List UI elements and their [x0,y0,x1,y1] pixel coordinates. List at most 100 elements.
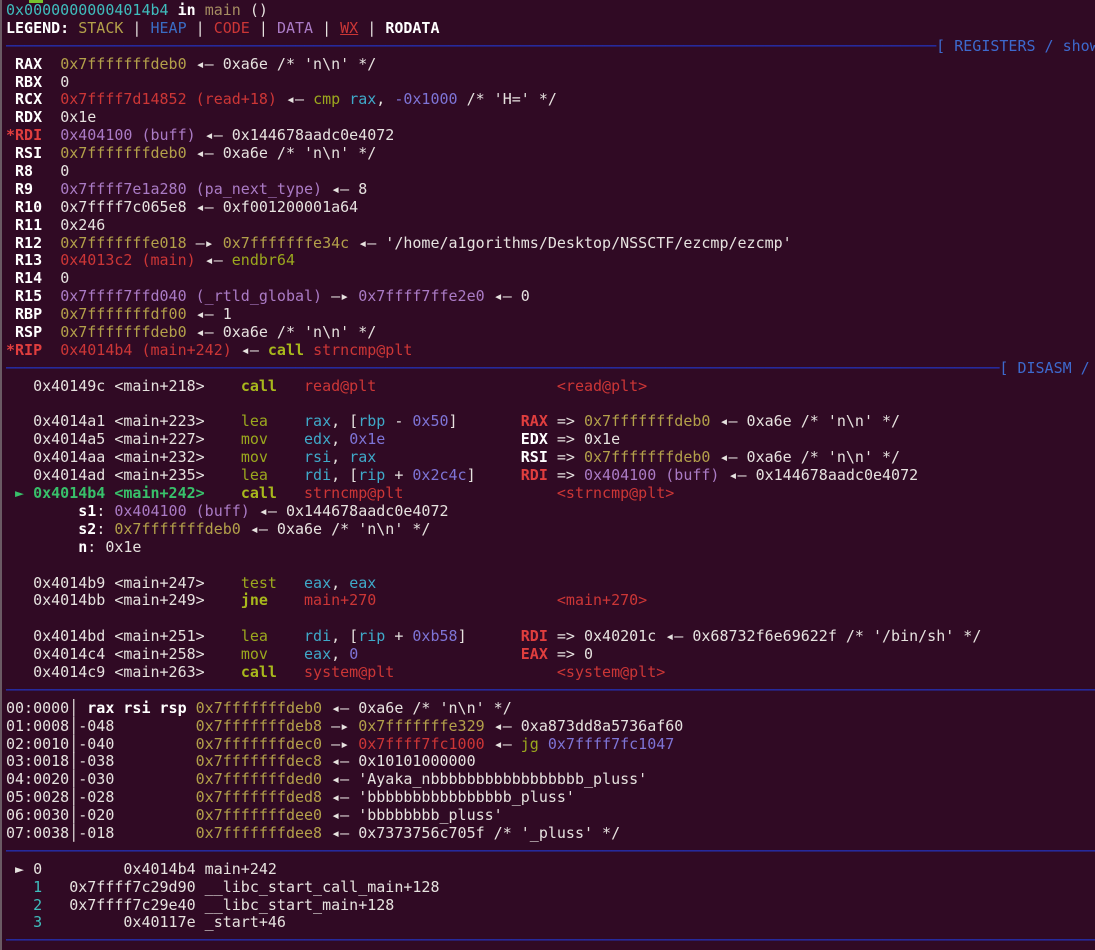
text-segment: ────────────────────────────────────────… [6,931,1095,949]
text-segment: RSI [521,448,548,466]
text-segment: 0x404100 (buff) [114,502,249,520]
text-segment: ◂— 0xa6e /* 'n\n' */ [322,699,512,717]
text-segment: —▸ [187,234,223,252]
text-segment [42,860,123,878]
text-segment: ◂— 0xa6e /* 'n\n' */ [241,520,431,538]
text-segment: , [331,430,349,448]
text-segment: 0x4014a1 <main+223> [6,412,241,430]
stack-row: 04:0020│-030 0x7fffffffded0 ◂— 'Ayaka_nb… [2,771,1095,789]
text-segment: 02:0010│-040 [6,735,114,753]
backtrace-panel: ────────────────────────────────────────… [2,843,1095,932]
text-segment: RSP [6,323,60,341]
text-segment: 0x7ffff7c29e40 __libc_start_main+128 [69,896,394,914]
text-segment: 0x404100 (buff) [584,466,719,484]
text-segment [403,484,557,502]
text-segment: cmp [313,90,340,108]
text-segment: 0x7fffffffdeb0 [114,520,240,538]
text-segment: STACK [78,19,123,37]
text-segment: + [385,466,412,484]
text-segment: 0x40149c <main+218> [6,377,241,395]
text-segment: 0x7fffffffdec0 [196,735,322,753]
text-segment: ◂— 0x10101000000 [322,752,476,770]
call-arg-row: s2: 0x7fffffffdeb0 ◂— 0xa6e /* 'n\n' */ [2,521,1095,539]
blank-line [2,396,1095,414]
registers-panel: ────────────────────────────────────────… [2,38,1095,360]
register-row-r12: R12 0x7fffffffe018 —▸ 0x7fffffffe34c ◂— … [2,235,1095,253]
text-segment [476,466,521,484]
text-segment: rdi [304,466,331,484]
text-segment: HEAP [151,19,187,37]
text-segment: call [241,377,304,395]
registers-panel-header: ────────────────────────────────────────… [2,38,1095,56]
text-segment: <read@plt> [557,377,647,395]
text-segment: 0 [349,645,358,663]
previous-line-fragment [29,0,43,3]
stack-panel-rule: ────────────────────────────────────────… [2,682,1095,700]
text-segment: 0x7fffffffdeb0 [196,699,322,717]
text-segment: ◂— 8 [322,180,367,198]
text-segment [42,896,69,914]
text-segment: RODATA [385,19,439,37]
text-segment: R11 [6,216,60,234]
text-segment: 0x7fffffffe018 [60,234,186,252]
register-row-r11: R11 0x246 [2,217,1095,235]
text-segment: ◂— 'bbbbbbbb_pluss' [322,806,503,824]
text-segment [467,627,521,645]
disasm-row: 0x4014b9 <main+247> test eax, eax [2,575,1095,593]
text-segment: ◂— 0x144678aadc0e4072 [250,502,449,520]
stack-panel: ────────────────────────────────────────… [2,682,1095,843]
disasm-row: 0x40149c <main+218> call read@plt <read@… [2,378,1095,396]
text-segment: 0x4014c4 <main+258> [6,645,241,663]
text-segment: ► 0 [6,860,42,878]
register-row-rbp: RBP 0x7fffffffdf00 ◂— 1 [2,306,1095,324]
text-segment: 05:0028│-028 [6,788,114,806]
text-segment [6,520,78,538]
text-segment: : [96,520,114,538]
text-segment: 0x7fffffffdee0 [196,806,322,824]
text-segment: 0x4013c2 (main) [60,251,195,269]
text-segment: ◂— 1 [187,305,232,323]
text-segment: ◂— [277,90,313,108]
text-segment: | [187,19,214,37]
disasm-row: 0x4014aa <main+232> mov rsi, rax RSI => … [2,449,1095,467]
backtrace-row: 3 0x40117e _start+46 [2,914,1095,932]
disasm-current-row: ► 0x4014b4 <main+242> call strncmp@plt <… [2,485,1095,503]
text-segment: s2 [78,520,96,538]
legend-line: LEGEND: STACK | HEAP | CODE | DATA | WX … [2,20,1095,38]
text-segment: in [178,1,196,19]
register-row-r8: R8 0 [2,163,1095,181]
text-segment: ◂— '/home/a1gorithms/Desktop/NSSCTF/ezcm… [349,234,792,252]
text-segment: edx [304,430,331,448]
text-segment: 0x7ffff7fc1000 [358,735,484,753]
text-segment: 0x7fffffffdeb0 [60,144,186,162]
text-segment: 0 [60,162,69,180]
text-segment: R8 [6,162,60,180]
text-segment [358,645,521,663]
text-segment: mov [241,430,304,448]
stack-row: 01:0008│-048 0x7fffffffdeb8 —▸ 0x7ffffff… [2,718,1095,736]
disasm-panel-header: ────────────────────────────────────────… [2,360,1095,378]
text-segment: () [241,1,268,19]
text-segment: RDI [521,466,548,484]
call-arg-row: s1: 0x404100 (buff) ◂— 0x144678aadc0e407… [2,503,1095,521]
text-segment [6,502,78,520]
backtrace-panel-rule: ────────────────────────────────────────… [2,843,1095,861]
text-segment: 0x4014b4 main+242 [123,860,277,878]
text-segment: , [331,574,349,592]
text-segment: ◂— 0x7373756c705f /* '_pluss' */ [322,824,620,842]
text-segment: 0x7fffffffe34c [223,234,349,252]
text-segment: call [241,484,304,502]
text-segment: 1 [6,878,42,896]
text-segment: 0x7fffffffdeb0 [60,55,186,73]
stack-row: 05:0028│-028 0x7fffffffded8 ◂— 'bbbbbbbb… [2,789,1095,807]
register-row-r15: R15 0x7ffff7ffd040 (_rtld_global) —▸ 0x7… [2,288,1095,306]
text-segment: 0x7fffffffdeb0 [584,448,710,466]
text-segment: 03:0018│-038 [6,752,114,770]
text-segment [187,699,196,717]
text-segment: 0xb58 [412,627,457,645]
register-row-rcx: RCX 0x7ffff7d14852 (read+18) ◂— cmp rax,… [2,91,1095,109]
text-segment: ] [458,627,467,645]
text-segment: ◂— [196,251,232,269]
register-row-rax: RAX 0x7fffffffdeb0 ◂— 0xa6e /* 'n\n' */ [2,56,1095,74]
text-segment: 0x7fffffffdeb0 [60,323,186,341]
